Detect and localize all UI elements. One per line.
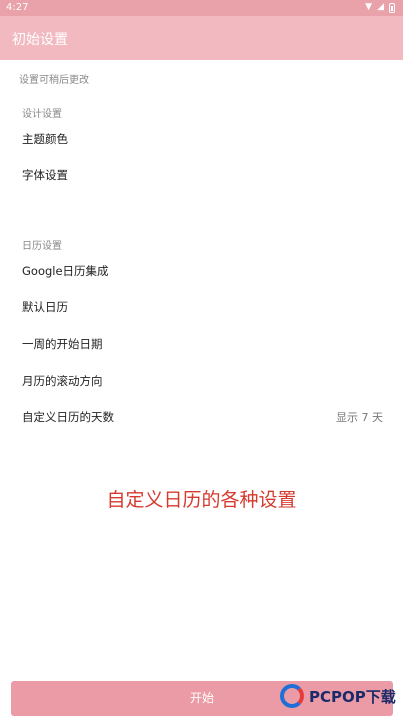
toolbar: 初始设置 (0, 16, 403, 60)
setting-scroll-direction[interactable]: 月历的滚动方向 (22, 373, 383, 389)
watermark-text: PCPOP下载 (309, 688, 396, 706)
setting-label: 一周的开始日期 (22, 337, 103, 351)
setting-value: 显示 7 天 (336, 411, 383, 424)
section-header-design: 设计设置 (22, 109, 62, 120)
setting-label: 默认日历 (22, 300, 68, 314)
setting-font[interactable]: 字体设置 (22, 167, 383, 183)
signal-icon: ◢ (377, 2, 384, 12)
setting-label: 字体设置 (22, 168, 68, 182)
status-time: 4:27 (6, 2, 29, 13)
setting-label: 自定义日历的天数 (22, 410, 114, 424)
setting-custom-days[interactable]: 自定义日历的天数 显示 7 天 (22, 409, 383, 425)
setting-google-calendar[interactable]: Google日历集成 (22, 263, 383, 279)
page-title: 初始设置 (12, 32, 68, 48)
watermark-logo: PCPOP下载 (277, 681, 403, 720)
setting-week-start[interactable]: 一周的开始日期 (22, 336, 383, 352)
promo-banner: 自定义日历的各种设置 (106, 489, 297, 511)
setting-theme-color[interactable]: 主题颜色 (22, 131, 383, 147)
setting-label: 月历的滚动方向 (22, 374, 103, 388)
logo-icon (280, 684, 304, 708)
settings-hint: 设置可稍后更改 (19, 75, 89, 86)
wifi-icon: ▼ (365, 2, 373, 12)
setting-default-calendar[interactable]: 默认日历 (22, 299, 383, 315)
status-bar: 4:27 ▼ ◢ (0, 0, 403, 16)
setting-label: Google日历集成 (22, 264, 109, 278)
status-icons: ▼ ◢ (365, 2, 395, 13)
battery-icon (389, 2, 395, 13)
section-header-calendar: 日历设置 (22, 241, 62, 252)
setting-label: 主题颜色 (22, 132, 68, 146)
